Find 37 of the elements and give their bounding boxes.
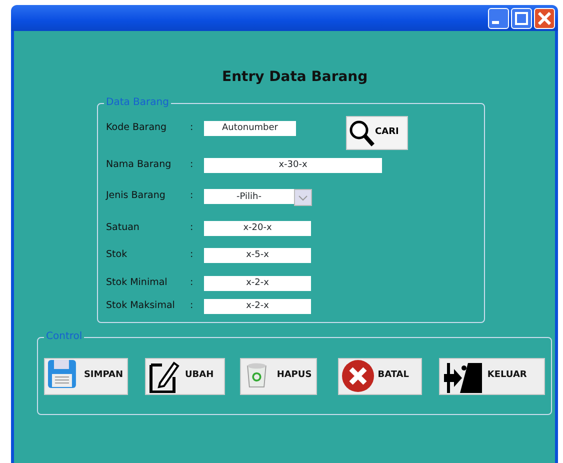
colon: : bbox=[190, 220, 194, 235]
input-field[interactable]: x-2-x bbox=[204, 298, 311, 314]
colon: : bbox=[190, 158, 194, 172]
colon: : bbox=[190, 248, 194, 262]
colon: : bbox=[190, 120, 194, 135]
colon: : bbox=[190, 188, 194, 203]
minimize-button[interactable] bbox=[488, 8, 509, 28]
colon: : bbox=[190, 276, 194, 290]
field-label: Stok Minimal bbox=[105, 276, 168, 290]
input-field[interactable]: Autonumber bbox=[204, 120, 296, 136]
colon: : bbox=[190, 298, 194, 313]
input-field[interactable]: x-5-x bbox=[204, 248, 311, 262]
toolbar-button[interactable]: KELUAR bbox=[439, 358, 545, 394]
toolbar-button[interactable]: SIMPAN bbox=[44, 358, 128, 394]
form-title: Entry Data Barang bbox=[222, 68, 368, 87]
field-label: Nama Barang bbox=[105, 158, 172, 172]
input-field[interactable]: x-30-x bbox=[204, 158, 382, 172]
dropdown-field[interactable]: -Pilih- bbox=[204, 188, 312, 204]
pencil-note-icon bbox=[148, 359, 182, 393]
minimize-icon bbox=[492, 21, 499, 24]
maximize-button[interactable] bbox=[511, 8, 532, 28]
field-label: Satuan bbox=[105, 220, 140, 235]
toolbar-button[interactable]: UBAH bbox=[145, 358, 225, 394]
field-label: Stok Maksimal bbox=[105, 298, 176, 313]
field-label: Stok bbox=[105, 248, 128, 262]
field-label: Jenis Barang bbox=[104, 188, 166, 203]
maximize-icon bbox=[515, 12, 528, 24]
cancel-icon bbox=[340, 359, 375, 393]
search-icon bbox=[349, 119, 375, 147]
input-field[interactable]: x-2-x bbox=[204, 276, 311, 290]
input-field[interactable]: x-20-x bbox=[204, 220, 311, 236]
search-button[interactable]: CARI bbox=[346, 116, 408, 150]
close-button[interactable] bbox=[534, 8, 555, 28]
toolbar-button[interactable]: HAPUS bbox=[240, 358, 317, 394]
close-icon bbox=[538, 12, 551, 24]
toolbar-button[interactable]: BATAL bbox=[338, 358, 422, 394]
field-label: Kode Barang bbox=[105, 120, 168, 135]
